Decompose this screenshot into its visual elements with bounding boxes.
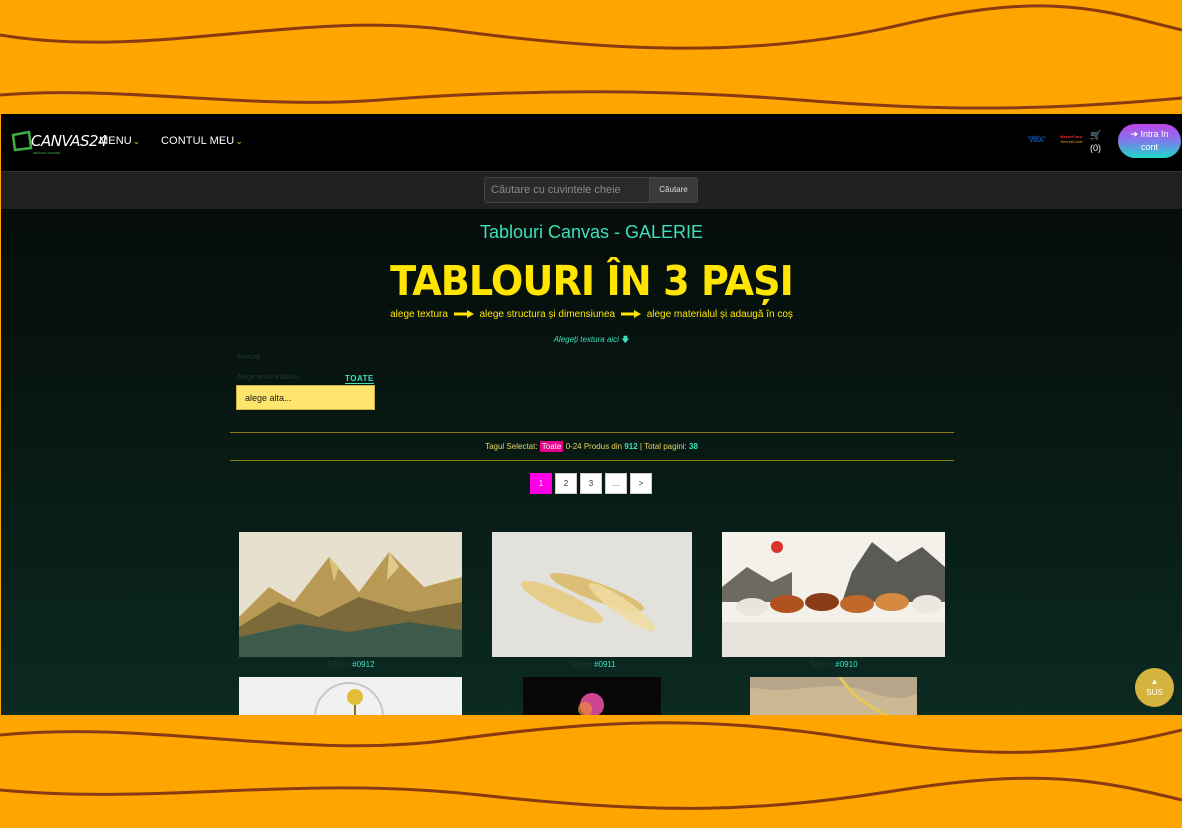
site-logo[interactable]: CANVAS24 tablouri canvas <box>11 126 108 158</box>
cart-icon: 🛒 <box>1090 130 1102 140</box>
chevron-down-icon: ⌄ <box>132 136 141 146</box>
golden-leaves-painting <box>492 532 692 657</box>
chevron-down-icon: ⌄ <box>235 136 243 146</box>
results-info: Tagul Selectat: Toate 0-24 Produs din 91… <box>485 441 698 452</box>
step-3: alege materialul și adaugă în coș <box>646 309 793 320</box>
verified-by-visa-badge: Verified by VISA <box>1027 134 1046 144</box>
search-bar: Căutare <box>1 171 1182 209</box>
logo-text: CANVAS24 <box>31 132 108 150</box>
golden-tree-painting <box>239 677 462 715</box>
arrow-right-icon <box>453 310 474 319</box>
product-image-0911[interactable] <box>492 532 692 657</box>
steps-line: alege textura alege structura și dimensi… <box>1 309 1182 320</box>
cart-count: (0) <box>1090 143 1101 153</box>
product-caption[interactable]: Tablou #0910 <box>722 660 945 669</box>
product-image[interactable] <box>750 677 917 715</box>
login-label-line2: cont <box>1140 142 1158 152</box>
running-horses-painting <box>722 532 945 657</box>
arrow-up-icon: ▲ <box>1150 677 1159 686</box>
divider-bottom <box>230 460 954 461</box>
selected-tag-badge: Toate <box>539 441 564 452</box>
product-caption[interactable]: Tablou #0911 <box>492 660 692 669</box>
mastercard-securecode-badge: MasterCard. SecureCode <box>1060 134 1084 144</box>
golden-mountains-painting <box>239 532 462 657</box>
page-button-1[interactable]: 1 <box>530 473 552 494</box>
total-products: 912 <box>624 442 638 451</box>
cart-button[interactable]: 🛒 (0) <box>1090 129 1101 155</box>
pink-smoke-painting <box>523 677 661 715</box>
total-pages: 38 <box>689 442 698 451</box>
product-image[interactable] <box>239 677 462 715</box>
step-2: alege structura și dimensiunea <box>479 309 616 320</box>
arrow-right-icon <box>620 310 641 319</box>
sign-in-icon: ➜ <box>1130 129 1138 139</box>
texture-select[interactable]: alege alta... <box>236 385 375 410</box>
menu-label: MENU <box>99 135 132 147</box>
page-button-3[interactable]: 3 <box>580 473 602 494</box>
choose-texture-link[interactable]: Alegeți textura aici 🡇 <box>1 334 1182 348</box>
login-button[interactable]: ➜ Intra în cont <box>1118 124 1181 158</box>
product-image-0910[interactable] <box>722 532 945 657</box>
canvas-frame-icon <box>11 130 33 152</box>
product-caption[interactable]: Tablou #0912 <box>239 660 462 669</box>
divider-top <box>230 432 954 433</box>
search-input[interactable] <box>484 177 650 203</box>
login-label-line1: Intra în <box>1140 129 1169 139</box>
top-navbar: CANVAS24 tablouri canvas MENU⌄ CONTUL ME… <box>1 114 1182 171</box>
texture-label: Textură <box>237 354 260 361</box>
arrow-down-icon: 🡇 <box>621 335 630 344</box>
page-ellipsis[interactable]: ... <box>605 473 627 494</box>
back-to-top-button[interactable]: ▲ SUS <box>1135 668 1174 707</box>
texture-help-label: Alege textura tablou <box>237 374 300 381</box>
page-title: Tablouri Canvas - GALERIE <box>479 222 704 242</box>
search-button[interactable]: Căutare <box>649 177 698 203</box>
back-to-top-label: SUS <box>1146 688 1163 697</box>
account-label: CONTUL MEU <box>161 135 235 147</box>
page-button-2[interactable]: 2 <box>555 473 577 494</box>
tag-all-link[interactable]: TOATE <box>345 374 374 384</box>
product-image[interactable] <box>523 677 661 715</box>
menu-dropdown[interactable]: MENU⌄ <box>99 135 140 147</box>
hero-title: TABLOURI ÎN 3 PAȘI <box>390 257 794 305</box>
step-1: alege textura <box>390 309 448 320</box>
gold-marble-painting <box>750 677 917 715</box>
account-dropdown[interactable]: CONTUL MEU⌄ <box>161 135 243 147</box>
logo-subtitle: tablouri canvas <box>33 150 60 155</box>
product-image-0912[interactable] <box>239 532 462 657</box>
next-page-button[interactable]: > <box>630 473 652 494</box>
pagination: 1 2 3 ... > <box>530 473 652 494</box>
browser-viewport: CANVAS24 tablouri canvas MENU⌄ CONTUL ME… <box>1 114 1182 715</box>
